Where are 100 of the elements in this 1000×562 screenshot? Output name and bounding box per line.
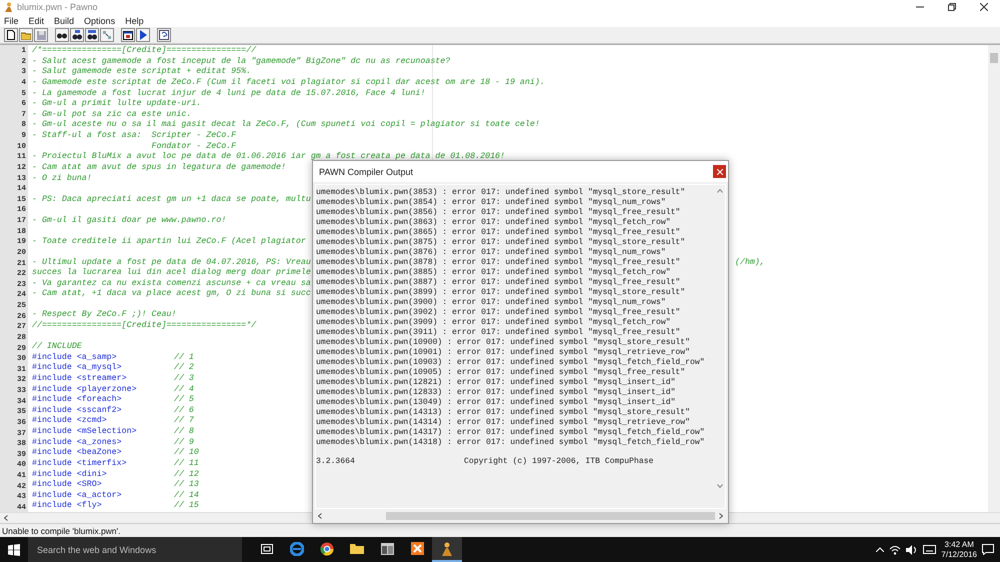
output-line: umemodes\blumix.pwn(10901) : error 017: undefined symbol "mysql_retrieve_row" — [316, 348, 691, 358]
include-directive: #include <a_samp> — [32, 352, 118, 363]
include-directive: #include <zcmd> — [32, 416, 108, 427]
code-comment: - Proiectul BluMix a avut loc pe data de 01.06.2016 iar gm a fost creata pe data de 01.08.2016! — [32, 152, 505, 163]
output-line: umemodes\blumix.pwn(10903) : error 017: undefined symbol "mysql_fetch_field_row" — [316, 358, 706, 368]
keyboard-icon[interactable] — [923, 545, 936, 554]
dialog-title: PAWN Compiler Output — [319, 166, 414, 176]
code-comment: // 4 — [174, 384, 194, 395]
output-line: umemodes\blumix.pwn(14318) : error 017: undefined symbol "mysql_fetch_field_row" — [316, 438, 706, 448]
code-comment: // 2 — [174, 363, 194, 374]
code-comment: - Gm-ul pot sa zic ca este unic. — [32, 110, 192, 120]
save-icon[interactable] — [34, 28, 48, 42]
code-comment: - Cam atat am avut de spus in legatura de gamemode! — [32, 162, 286, 174]
code-comment: - O zi buna! — [32, 174, 92, 184]
code-comment: - Gamemode este scriptat de ZeCo.F (Cum il faceti voi plagiator si copil dar acest om are 18 - 19 ani). — [32, 78, 545, 88]
replace-icon[interactable] — [85, 28, 99, 42]
code-comment: - La gamemode a fost lucrat injur de 4 luni pe data de 15.07.2016, Face 4 luni! — [32, 88, 426, 99]
include-directive: #include <dini> — [32, 470, 108, 480]
search-field[interactable]: Search the web and Windows — [28, 537, 242, 562]
output-line: umemodes\blumix.pwn(3900) : error 017: undefined symbol "mysql_num_rows" — [316, 298, 667, 308]
compile-icon[interactable] — [121, 28, 135, 42]
output-line: umemodes\blumix.pwn(3878) : error 017: undefined symbol "mysql_free_result" — [316, 258, 682, 268]
new-file-icon[interactable] — [4, 28, 18, 42]
status-text: Unable to compile 'blumix.pwn'. — [2, 526, 121, 536]
include-directive: #include <fly> — [32, 501, 103, 512]
code-comment: - Cam atat, +1 daca va place acest gm, O zi buna si succ — [32, 289, 311, 300]
code-comment: // 5 — [174, 395, 194, 406]
copyright-text: Copyright (c) 1997-2006, ITB CompuPhase — [464, 457, 654, 467]
notifications-icon[interactable] — [982, 544, 994, 555]
output-line: umemodes\blumix.pwn(3899) : error 017: undefined symbol "mysql_store_result" — [316, 288, 686, 298]
menu-item[interactable]: Options — [84, 16, 116, 26]
output-line: umemodes\blumix.pwn(10900) : error 017: undefined symbol "mysql_store_result" — [316, 338, 691, 348]
close-icon[interactable] — [980, 3, 988, 11]
include-directive: #include <beaZone> — [32, 448, 123, 459]
code-comment: - Respect By ZeCo.F ;)! Ceau! — [32, 310, 176, 321]
output-line: umemodes\blumix.pwn(3911) : error 017: undefined symbol "mysql_free_result" — [316, 328, 682, 338]
clock-time: 3:42 AM — [944, 540, 974, 550]
output-line: umemodes\blumix.pwn(14313) : error 017: undefined symbol "mysql_store_result" — [316, 408, 691, 418]
code-comment: // 1 — [174, 352, 194, 363]
caret-icon[interactable] — [876, 547, 884, 552]
menu-item[interactable]: Help — [125, 16, 144, 26]
clock-date: 7/12/2016 — [941, 550, 977, 560]
include-directive: #include <sscanf2> — [32, 406, 123, 416]
vertical-scrollbar[interactable] — [988, 45, 1000, 512]
include-directive: #include <a_mysql> — [32, 363, 123, 374]
pawno-icon[interactable] — [432, 537, 462, 562]
code-comment: - Toate creditele ii apartin lui ZeCo.F (Acel plagiator — [32, 236, 306, 248]
restore-icon[interactable] — [948, 3, 956, 11]
code-comment: - Gm-ul il gasiti doar pe www.pawno.ro! — [32, 216, 226, 226]
output-line: umemodes\blumix.pwn(12833) : error 017: undefined symbol "mysql_insert_id" — [316, 388, 676, 398]
code-comment: // 3 — [174, 374, 194, 384]
horizontal-scrollbar[interactable] — [315, 511, 726, 521]
code-comment: - Gm-ul a primit lulte update-uri. — [32, 99, 202, 110]
code-comment: (/hm), — [735, 258, 765, 268]
output-line: umemodes\blumix.pwn(3853) : error 017: undefined symbol "mysql_store_result" — [316, 188, 686, 198]
code-comment: // 6 — [174, 406, 194, 416]
app-icon — [4, 2, 13, 12]
include-directive: #include <a_actor> — [32, 490, 123, 501]
include-directive: #include <timerfix> — [32, 458, 128, 470]
output-line: umemodes\blumix.pwn(3887) : error 017: undefined symbol "mysql_free_result" — [316, 278, 682, 288]
help-icon[interactable] — [157, 28, 171, 42]
menu-item[interactable]: Build — [54, 16, 74, 26]
code-comment: // 9 — [174, 438, 194, 448]
include-directive: #include <a_zones> — [32, 438, 123, 448]
volume-icon[interactable] — [906, 544, 918, 554]
run-icon[interactable] — [136, 28, 150, 42]
close-button[interactable] — [713, 165, 726, 178]
include-directive: #include <streamer> — [32, 374, 128, 384]
version-text: 3.2.3664 — [316, 457, 356, 467]
code-comment: - Staff-ul a fost asa: Scripter - ZeCo.F — [32, 131, 236, 142]
folder-icon[interactable] — [19, 28, 33, 42]
code-comment: - Va garantez ca nu exista comenzi ascunse + ca vreau sa — [32, 278, 311, 289]
output-line: umemodes\blumix.pwn(13049) : error 017: undefined symbol "mysql_insert_id" — [316, 398, 676, 408]
code-comment: - Ultimul update a fost pe data de 04.07.2016, PS: Vreau — [32, 258, 311, 268]
code-comment: Fondator - ZeCo.F — [150, 142, 236, 152]
network-icon[interactable] — [889, 544, 902, 554]
include-directive: #include <foreach> — [32, 395, 123, 406]
code-comment: // INCLUDE — [32, 342, 82, 353]
find-next-icon[interactable] — [70, 28, 84, 42]
code-comment: - PS: Daca apreciati acest gm un +1 daca se poate, multu — [32, 194, 311, 206]
code-comment: //================[Credite]================*/ — [32, 321, 256, 332]
menu-item[interactable]: Edit — [28, 16, 44, 26]
code-comment: // 10 — [174, 448, 199, 459]
include-directive: #include <playerzone> — [32, 384, 138, 395]
code-comment: // 14 — [174, 490, 199, 501]
windows-logo-icon[interactable] — [8, 544, 20, 556]
output-line: umemodes\blumix.pwn(3865) : error 017: undefined symbol "mysql_free_result" — [316, 228, 682, 238]
window-title: blumix.pwn - Pawno — [17, 2, 99, 12]
binoculars-icon[interactable] — [55, 28, 69, 42]
menu-item[interactable]: File — [4, 16, 19, 26]
output-line: umemodes\blumix.pwn(3876) : error 017: undefined symbol "mysql_num_rows" — [316, 248, 667, 258]
output-line: umemodes\blumix.pwn(3863) : error 017: undefined symbol "mysql_fetch_row" — [316, 218, 672, 228]
output-line: umemodes\blumix.pwn(3902) : error 017: undefined symbol "mysql_free_result" — [316, 308, 682, 318]
code-comment: // 15 — [174, 501, 199, 512]
output-line: umemodes\blumix.pwn(14314) : error 017: undefined symbol "mysql_retrieve_row" — [316, 418, 691, 428]
output-line: umemodes\blumix.pwn(12821) : error 017: undefined symbol "mysql_insert_id" — [316, 378, 676, 388]
code-comment: succes la lucrarea lui din acel dialog merg doar primele — [32, 268, 311, 279]
code-comment: // 8 — [174, 427, 194, 438]
output-line: umemodes\blumix.pwn(3875) : error 017: undefined symbol "mysql_store_result" — [316, 238, 686, 248]
code-comment: // 11 — [174, 458, 199, 470]
